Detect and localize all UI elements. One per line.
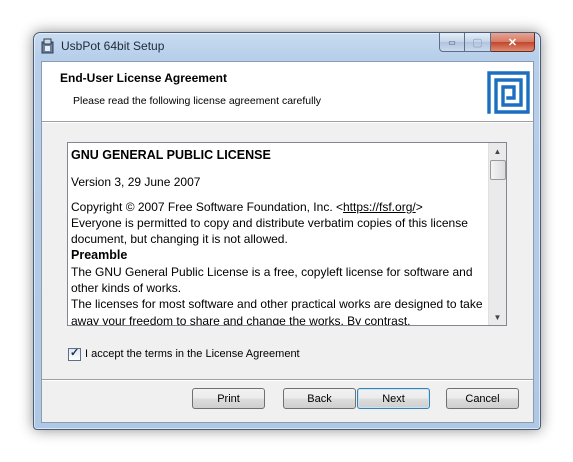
license-version: Version 3, 29 June 2007	[71, 175, 201, 190]
scrollbar-thumb[interactable]	[490, 160, 506, 180]
license-copyright: Copyright © 2007 Free Software Foundatio…	[71, 199, 485, 215]
preamble-heading: Preamble	[71, 248, 128, 263]
cancel-button[interactable]: Cancel	[446, 388, 519, 409]
close-icon: ✕	[507, 36, 518, 49]
checkmark-icon: ✓	[70, 346, 80, 359]
header-banner: End-User License Agreement Please read t…	[42, 62, 533, 122]
installer-app-icon	[41, 38, 54, 54]
print-button[interactable]: Print	[192, 388, 265, 409]
minimize-icon: ▭	[448, 37, 456, 47]
setup-window: UsbPot 64bit Setup ▭ ▢ ✕ End-User Licens…	[33, 32, 541, 430]
button-separator	[42, 379, 533, 381]
maximize-button[interactable]: ▢	[465, 33, 491, 52]
minimize-button[interactable]: ▭	[439, 33, 465, 52]
copyright-suffix: >	[415, 199, 423, 214]
window-title: UsbPot 64bit Setup	[61, 39, 165, 53]
next-button[interactable]: Next	[357, 388, 430, 409]
back-button[interactable]: Back	[283, 388, 356, 409]
page-title: End-User License Agreement	[60, 71, 227, 85]
title-bar[interactable]: UsbPot 64bit Setup ▭ ▢ ✕	[34, 33, 540, 61]
license-content: GNU GENERAL PUBLIC LICENSE Version 3, 29…	[71, 147, 485, 326]
banner-separator	[42, 122, 533, 123]
accept-checkbox[interactable]: ✓	[68, 346, 81, 361]
license-copyright-rest: Everyone is permitted to copy and distri…	[71, 215, 468, 247]
fsf-link[interactable]: https://fsf.org/	[343, 200, 416, 214]
license-text-box[interactable]: GNU GENERAL PUBLIC LICENSE Version 3, 29…	[67, 142, 507, 326]
caption-buttons: ▭ ▢ ✕	[439, 33, 535, 53]
scroll-down-arrow-icon[interactable]: ▼	[489, 309, 506, 325]
close-button[interactable]: ✕	[491, 33, 535, 52]
copyright-prefix: Copyright © 2007 Free Software Foundatio…	[71, 199, 343, 214]
license-heading: GNU GENERAL PUBLIC LICENSE	[71, 148, 271, 162]
accept-label[interactable]: I accept the terms in the License Agreem…	[85, 348, 300, 360]
preamble-paragraph-1: The GNU General Public License is a free…	[71, 264, 473, 296]
vertical-scrollbar[interactable]: ▲ ▼	[488, 143, 506, 325]
preamble-paragraph-2: The licenses for most software and other…	[71, 297, 483, 326]
square-spiral-logo-icon	[487, 71, 530, 114]
dialog-client-area: End-User License Agreement Please read t…	[41, 61, 534, 423]
scroll-up-arrow-icon[interactable]: ▲	[489, 143, 506, 159]
page-subtitle: Please read the following license agreem…	[73, 95, 322, 107]
maximize-icon: ▢	[472, 36, 483, 49]
accept-terms-row[interactable]: ✓ I accept the terms in the License Agre…	[68, 346, 300, 362]
